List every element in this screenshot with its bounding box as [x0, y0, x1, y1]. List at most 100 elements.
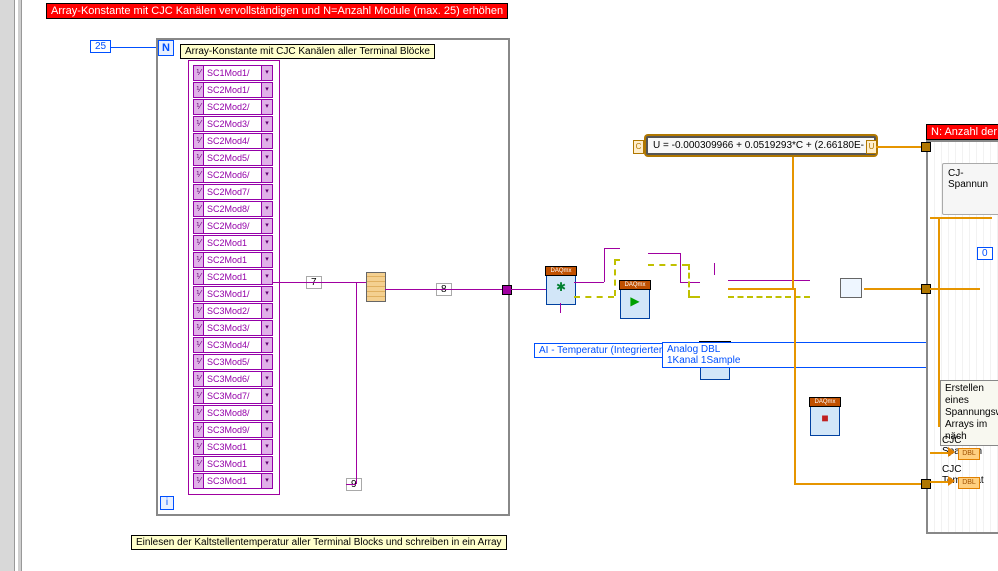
io-channel-row[interactable]: ⅟SC3Mod8/▾ [193, 405, 273, 421]
io-channel-name: SC2Mod1 [204, 236, 261, 250]
io-channel-row[interactable]: ⅟SC1Mod1/▾ [193, 65, 273, 81]
io-channel-name: SC3Mod2/ [204, 304, 261, 318]
array-constant-label: Array-Konstante mit CJC Kanälen aller Te… [180, 44, 435, 59]
chevron-down-icon[interactable]: ▾ [261, 202, 272, 216]
chevron-down-icon[interactable]: ▾ [261, 321, 272, 335]
io-channel-row[interactable]: ⅟SC2Mod1▾ [193, 269, 273, 285]
cjc-temperatur-indicator: DBL [958, 477, 980, 489]
io-channel-name: SC2Mod1 [204, 253, 261, 267]
right-warning-banner: N: Anzahl der [926, 124, 998, 140]
io-channel-array[interactable]: ⅟SC1Mod1/▾⅟SC2Mod1/▾⅟SC2Mod2/▾⅟SC2Mod3/▾… [188, 60, 280, 495]
io-channel-name: SC2Mod1 [204, 270, 261, 284]
io-channel-name: SC3Mod6/ [204, 372, 261, 386]
io-channel-row[interactable]: ⅟SC2Mod8/▾ [193, 201, 273, 217]
io-channel-name: SC2Mod2/ [204, 100, 261, 114]
io-channel-row[interactable]: ⅟SC3Mod2/▾ [193, 303, 273, 319]
bottom-comment: Einlesen der Kaltstellentemperatur aller… [131, 535, 507, 550]
io-channel-row[interactable]: ⅟SC2Mod7/▾ [193, 184, 273, 200]
read-mode-line2: 1Kanal 1Sample [667, 355, 740, 366]
read-mode-line1: Analog DBL [667, 344, 720, 355]
io-channel-row[interactable]: ⅟SC3Mod1▾ [193, 456, 273, 472]
io-channel-row[interactable]: ⅟SC2Mod2/▾ [193, 99, 273, 115]
chevron-down-icon[interactable]: ▾ [261, 83, 272, 97]
loop-output-tunnel [502, 285, 512, 295]
chevron-down-icon[interactable]: ▾ [261, 406, 272, 420]
io-channel-name: SC3Mod4/ [204, 338, 261, 352]
io-channel-row[interactable]: ⅟SC3Mod1▾ [193, 473, 273, 489]
chevron-down-icon[interactable]: ▾ [261, 236, 272, 250]
io-channel-row[interactable]: ⅟SC3Mod6/▾ [193, 371, 273, 387]
chevron-down-icon[interactable]: ▾ [261, 389, 272, 403]
chevron-down-icon[interactable]: ▾ [261, 270, 272, 284]
io-type-icon: ⅟ [194, 117, 204, 131]
chevron-down-icon[interactable]: ▾ [261, 134, 272, 148]
chevron-down-icon[interactable]: ▾ [261, 372, 272, 386]
chevron-down-icon[interactable]: ▾ [261, 100, 272, 114]
chevron-down-icon[interactable]: ▾ [261, 304, 272, 318]
chevron-down-icon[interactable]: ▾ [261, 457, 272, 471]
loop-count-constant[interactable]: 25 [90, 40, 111, 53]
io-channel-row[interactable]: ⅟SC3Mod9/▾ [193, 422, 273, 438]
io-channel-name: SC2Mod4/ [204, 134, 261, 148]
io-type-icon: ⅟ [194, 219, 204, 233]
chevron-down-icon[interactable]: ▾ [261, 185, 272, 199]
io-type-icon: ⅟ [194, 253, 204, 267]
canvas-left-margin-inner [18, 0, 22, 571]
io-channel-name: SC3Mod5/ [204, 355, 261, 369]
io-type-icon: ⅟ [194, 423, 204, 437]
right-loop-tunnel-u [921, 142, 931, 152]
io-channel-row[interactable]: ⅟SC2Mod4/▾ [193, 133, 273, 149]
io-channel-row[interactable]: ⅟SC2Mod3/▾ [193, 116, 273, 132]
chevron-down-icon[interactable]: ▾ [261, 66, 272, 80]
chevron-down-icon[interactable]: ▾ [261, 117, 272, 131]
io-channel-name: SC2Mod1/ [204, 83, 261, 97]
io-channel-row[interactable]: ⅟SC2Mod6/▾ [193, 167, 273, 183]
io-type-icon: ⅟ [194, 355, 204, 369]
io-type-icon: ⅟ [194, 66, 204, 80]
canvas-left-margin [0, 0, 15, 571]
chevron-down-icon[interactable]: ▾ [261, 151, 272, 165]
build-array-node [366, 272, 386, 302]
chevron-down-icon[interactable]: ▾ [261, 355, 272, 369]
daqmx-header: DAQmx [545, 266, 577, 276]
zero-constant[interactable]: 0 [977, 247, 993, 260]
io-type-icon: ⅟ [194, 151, 204, 165]
io-channel-row[interactable]: ⅟SC2Mod9/▾ [193, 218, 273, 234]
io-channel-row[interactable]: ⅟SC2Mod1▾ [193, 252, 273, 268]
io-channel-row[interactable]: ⅟SC3Mod3/▾ [193, 320, 273, 336]
indicator-arrow-1 [948, 447, 955, 457]
expr-in-c: C [633, 140, 644, 154]
io-type-icon: ⅟ [194, 100, 204, 114]
chevron-down-icon[interactable]: ▾ [261, 423, 272, 437]
io-channel-row[interactable]: ⅟SC3Mod1▾ [193, 439, 273, 455]
io-channel-row[interactable]: ⅟SC2Mod5/▾ [193, 150, 273, 166]
expression-node[interactable]: U = -0.000309966 + 0.0519293*C + (2.6618… [646, 136, 876, 155]
indicator-arrow-2 [948, 476, 955, 486]
io-type-icon: ⅟ [194, 202, 204, 216]
io-type-icon: ⅟ [194, 185, 204, 199]
chevron-down-icon[interactable]: ▾ [261, 219, 272, 233]
loop-n-terminal: N [158, 40, 174, 56]
io-channel-row[interactable]: ⅟SC2Mod1/▾ [193, 82, 273, 98]
io-type-icon: ⅟ [194, 406, 204, 420]
io-channel-name: SC3Mod1/ [204, 287, 261, 301]
io-channel-row[interactable]: ⅟SC3Mod5/▾ [193, 354, 273, 370]
chevron-down-icon[interactable]: ▾ [261, 253, 272, 267]
chevron-down-icon[interactable]: ▾ [261, 440, 272, 454]
io-channel-name: SC3Mod1 [204, 457, 261, 471]
io-type-icon: ⅟ [194, 338, 204, 352]
io-type-icon: ⅟ [194, 236, 204, 250]
io-channel-row[interactable]: ⅟SC3Mod1/▾ [193, 286, 273, 302]
chevron-down-icon[interactable]: ▾ [261, 287, 272, 301]
chevron-down-icon[interactable]: ▾ [261, 168, 272, 182]
io-channel-name: SC2Mod5/ [204, 151, 261, 165]
chevron-down-icon[interactable]: ▾ [261, 474, 272, 488]
io-type-icon: ⅟ [194, 457, 204, 471]
right-cluster-label: CJ-Spannun [948, 168, 998, 190]
io-channel-row[interactable]: ⅟SC2Mod1▾ [193, 235, 273, 251]
io-channel-name: SC1Mod1/ [204, 66, 261, 80]
chevron-down-icon[interactable]: ▾ [261, 338, 272, 352]
io-type-icon: ⅟ [194, 134, 204, 148]
io-channel-row[interactable]: ⅟SC3Mod4/▾ [193, 337, 273, 353]
io-channel-row[interactable]: ⅟SC3Mod7/▾ [193, 388, 273, 404]
